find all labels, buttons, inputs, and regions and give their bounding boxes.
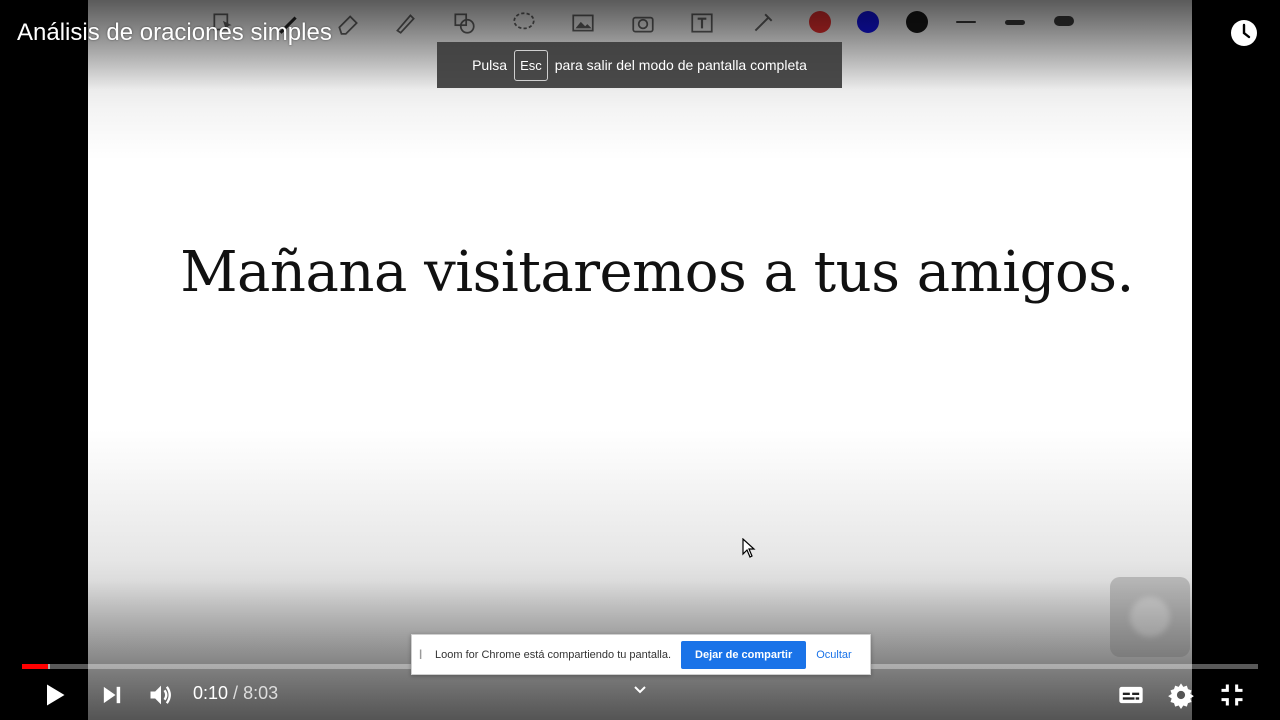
fullscreen-notice-before: Pulsa	[472, 57, 508, 73]
hide-button[interactable]: Ocultar	[816, 649, 851, 661]
drag-handle-icon[interactable]: ||	[419, 649, 431, 660]
subtitles-button[interactable]	[1113, 678, 1149, 712]
video-player[interactable]: Mañana visitaremos a tus amigos. Análisi…	[0, 0, 1280, 720]
slide-sentence: Mañana visitaremos a tus amigos.	[180, 240, 1134, 305]
fullscreen-exit-notice: Pulsa Esc para salir del modo de pantall…	[437, 42, 842, 88]
exit-fullscreen-button[interactable]	[1214, 678, 1250, 712]
chevron-down-icon[interactable]	[632, 684, 648, 696]
time-current: 0:10	[193, 683, 229, 703]
fullscreen-notice-after: para salir del modo de pantalla completa	[554, 57, 807, 73]
esc-key-badge: Esc	[514, 49, 548, 81]
loom-sharing-message: Loom for Chrome está compartiendo tu pan…	[435, 648, 672, 661]
time-duration: 8:03	[243, 683, 279, 703]
progress-played	[22, 664, 48, 669]
mute-button[interactable]	[143, 678, 179, 712]
play-button[interactable]	[36, 678, 72, 712]
mouse-cursor-icon	[742, 538, 756, 558]
settings-button[interactable]	[1163, 678, 1199, 712]
volume-icon	[150, 685, 171, 705]
time-display: 0:10 / 8:03	[193, 683, 278, 704]
stop-sharing-button[interactable]: Dejar de compartir	[681, 640, 807, 669]
exit-fullscreen-icon	[1221, 684, 1243, 706]
loom-sharing-bar: || Loom for Chrome está compartiendo tu …	[411, 634, 871, 675]
gear-icon	[1168, 683, 1194, 709]
play-icon	[47, 684, 65, 706]
time-separator: /	[228, 683, 244, 703]
subtitles-icon	[1119, 686, 1143, 704]
next-button[interactable]	[94, 678, 130, 712]
skip-next-icon	[103, 686, 121, 704]
video-title[interactable]: Análisis de oraciones simples	[17, 19, 332, 47]
watch-later-clock-icon[interactable]	[1229, 18, 1259, 48]
